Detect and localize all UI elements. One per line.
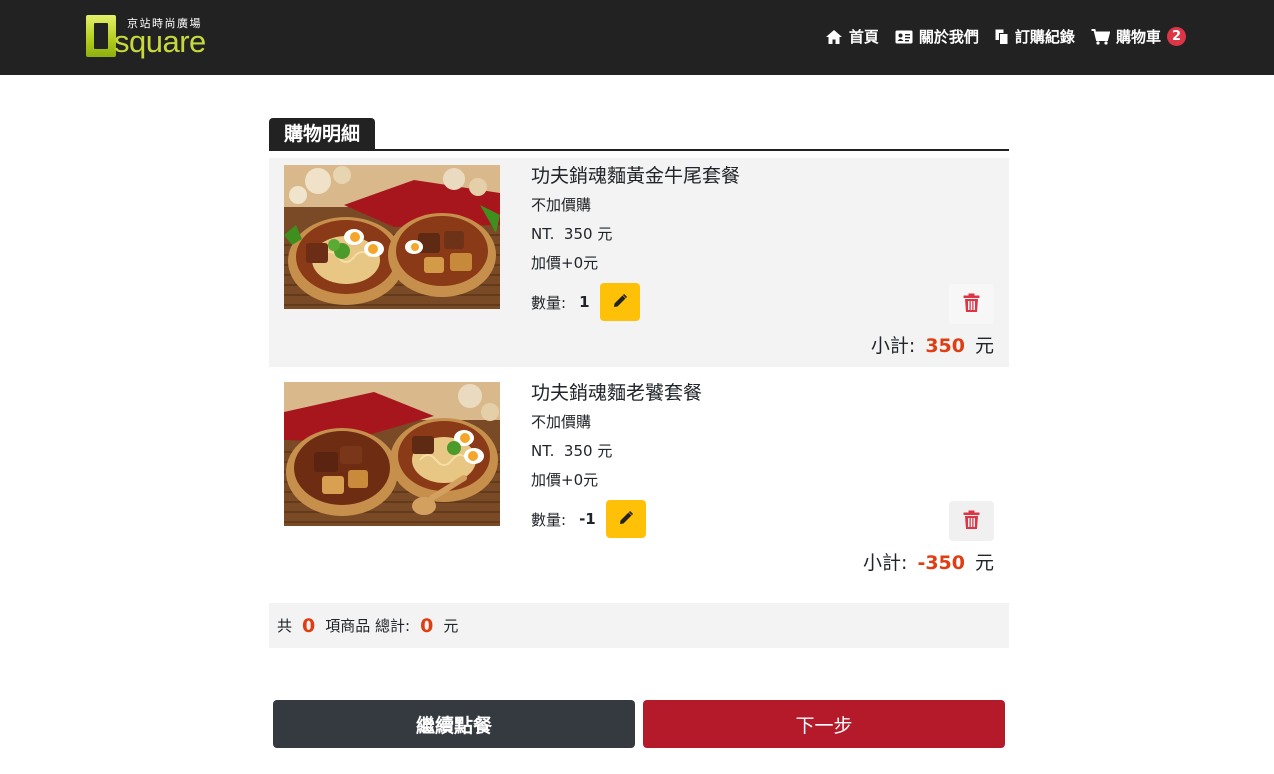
subtotal-unit: 元	[974, 335, 994, 357]
nav-cart[interactable]: 購物車 2	[1091, 26, 1186, 47]
edit-quantity-button[interactable]	[600, 283, 641, 321]
section-title: 購物明細	[269, 118, 376, 151]
item-extra: 加價+0元	[531, 254, 599, 272]
top-navbar: 京站時尚廣場 square 首頁 關於我們 訂購紀錄 購物車 2	[0, 0, 1274, 75]
subtotal-unit: 元	[974, 552, 994, 574]
item-name: 功夫銷魂麵黃金牛尾套餐	[531, 165, 741, 187]
price-prefix: NT.	[531, 225, 555, 243]
cart-item: 功夫銷魂麵黃金牛尾套餐 不加價購 NT. 350 元 加價+0元 數量: 1 小…	[269, 158, 1009, 367]
nav-home-label: 首頁	[848, 28, 879, 46]
item-subtotal: 小計: 350 元	[871, 331, 994, 358]
pencil-icon	[619, 510, 634, 528]
item-extra: 加價+0元	[531, 471, 599, 489]
item-count: 0	[302, 614, 316, 637]
quantity-row: 數量: -1	[531, 500, 702, 538]
section-header: 購物明細	[269, 118, 1009, 151]
cart-item: 功夫銷魂麵老饕套餐 不加價購 NT. 350 元 加價+0元 數量: -1 小計…	[269, 375, 1009, 584]
main-nav: 首頁 關於我們 訂購紀錄 購物車 2	[825, 26, 1186, 47]
trash-icon	[963, 510, 980, 533]
qsquare-logo[interactable]: 京站時尚廣場 square	[86, 12, 216, 62]
price-prefix: NT.	[531, 442, 555, 460]
price-unit: 元	[597, 225, 613, 243]
item-subtotal: 小計: -350 元	[863, 548, 994, 575]
logo-q-mark	[86, 15, 116, 57]
item-price: NT. 350 元	[531, 220, 740, 249]
nav-orders[interactable]: 訂購紀錄	[995, 26, 1075, 47]
nav-orders-label: 訂購紀錄	[1014, 28, 1075, 46]
delete-item-button[interactable]	[949, 284, 994, 324]
total-unit: 元	[443, 617, 459, 635]
price-value: 350	[563, 225, 593, 243]
documents-icon	[995, 29, 1009, 45]
delete-item-button[interactable]	[949, 501, 994, 541]
summary-prefix: 共	[277, 617, 293, 635]
subtotal-label: 小計:	[870, 335, 916, 357]
logo-wordmark: square	[114, 24, 206, 59]
price-unit: 元	[597, 442, 613, 460]
item-name: 功夫銷魂麵老饕套餐	[531, 382, 703, 404]
nav-about-label: 關於我們	[918, 28, 979, 46]
quantity-label: 數量:	[531, 293, 567, 312]
next-step-button[interactable]: 下一步	[643, 700, 1005, 748]
item-addon: 不加價購	[531, 196, 592, 214]
order-summary: 共 0 項商品 總計: 0 元	[269, 603, 1009, 648]
subtotal-label: 小計:	[863, 552, 908, 574]
trash-icon	[963, 293, 980, 316]
nav-cart-label: 購物車	[1115, 28, 1161, 46]
id-card-icon	[895, 30, 913, 44]
cart-count-badge: 2	[1166, 27, 1186, 46]
price-value: 350	[563, 442, 593, 460]
continue-ordering-button[interactable]: 繼續點餐	[273, 700, 635, 748]
subtotal-amount: 350	[925, 335, 965, 357]
home-icon	[825, 29, 843, 45]
cart-details-section: 購物明細 功夫銷魂麵黃金牛尾套餐 不加價購 NT. 350 元 加價+0元 數量…	[269, 118, 1009, 584]
order-total: 0	[420, 614, 434, 637]
item-price: NT. 350 元	[531, 437, 702, 466]
item-addon: 不加價購	[531, 413, 592, 431]
summary-count-suffix: 項商品 總計:	[325, 617, 411, 635]
product-image	[284, 382, 500, 526]
quantity-label: 數量:	[531, 510, 567, 529]
quantity-value: -1	[579, 510, 596, 528]
edit-quantity-button[interactable]	[606, 500, 647, 538]
product-image	[284, 165, 500, 309]
nav-about[interactable]: 關於我們	[895, 26, 979, 47]
cart-icon	[1091, 28, 1110, 45]
pencil-icon	[613, 293, 628, 311]
quantity-value: 1	[579, 293, 590, 311]
subtotal-amount: -350	[917, 552, 965, 574]
item-info: 功夫銷魂麵黃金牛尾套餐 不加價購 NT. 350 元 加價+0元 數量: 1	[531, 163, 740, 321]
nav-home[interactable]: 首頁	[825, 26, 879, 47]
quantity-row: 數量: 1	[531, 283, 740, 321]
item-info: 功夫銷魂麵老饕套餐 不加價購 NT. 350 元 加價+0元 數量: -1	[531, 380, 702, 538]
